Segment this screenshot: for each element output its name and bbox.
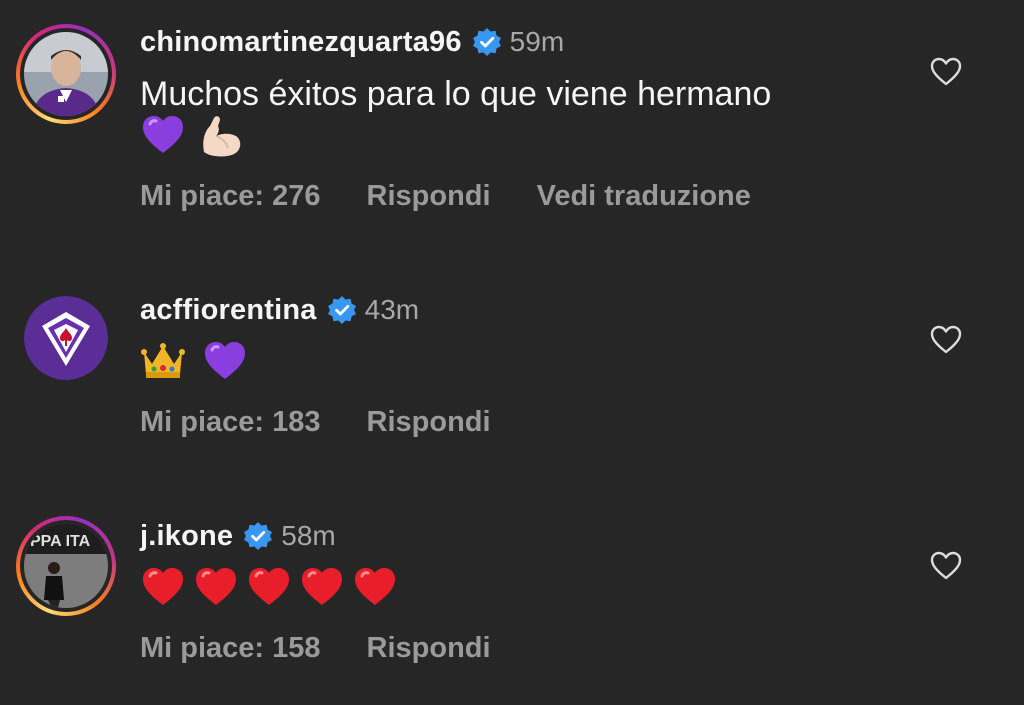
red-heart-icon	[246, 564, 292, 610]
comment-header: chinomartinezquarta96 59m	[140, 22, 564, 62]
reply-button[interactable]: Rispondi	[367, 406, 491, 439]
red-heart-icon	[193, 564, 239, 610]
verified-badge-icon	[243, 521, 273, 551]
red-heart-icon	[352, 564, 398, 610]
like-heart-icon[interactable]	[926, 546, 966, 586]
red-heart-icon	[299, 564, 345, 610]
reply-button[interactable]: Rispondi	[367, 180, 491, 213]
see-translation-button[interactable]: Vedi traduzione	[537, 180, 751, 213]
avatar[interactable]	[16, 24, 116, 124]
comment-item: acffiorentina 43m Mi piace: 183 Rispondi	[0, 270, 1024, 460]
likes-count[interactable]: Mi piace: 158	[140, 632, 321, 665]
reply-button[interactable]: Rispondi	[367, 632, 491, 665]
avatar-image	[24, 296, 108, 380]
likes-count[interactable]: Mi piace: 276	[140, 180, 321, 213]
comment-item: chinomartinezquarta96 59m Muchos éxitos …	[0, 0, 1024, 240]
comment-text: Muchos éxitos para lo que viene hermano	[140, 75, 772, 113]
story-ring: PPA ITA	[16, 516, 116, 616]
purple-heart-icon	[202, 338, 248, 384]
username[interactable]: j.ikone	[140, 520, 233, 553]
username[interactable]: chinomartinezquarta96	[140, 26, 462, 59]
comment-actions: Mi piace: 183 Rispondi	[140, 402, 537, 442]
like-heart-icon[interactable]	[926, 52, 966, 92]
comment-actions: Mi piace: 158 Rispondi	[140, 628, 537, 668]
red-heart-icon	[140, 564, 186, 610]
comments-screen: chinomartinezquarta96 59m Muchos éxitos …	[0, 0, 1024, 705]
timestamp: 59m	[509, 26, 565, 57]
comment-emojis	[140, 562, 398, 612]
comment-actions: Mi piace: 276 Rispondi Vedi traduzione	[140, 176, 751, 216]
comment-emojis	[140, 110, 244, 160]
timestamp: 43m	[364, 294, 420, 325]
avatar-image: PPA ITA	[24, 524, 108, 608]
story-ring	[16, 24, 116, 124]
like-heart-icon[interactable]	[926, 320, 966, 360]
comment-header: j.ikone 58m	[140, 516, 336, 556]
avatar[interactable]	[16, 288, 116, 388]
purple-heart-icon	[140, 112, 186, 158]
comment-item: PPA ITA j.ikone 58m Mi piace: 158 Rispon…	[0, 496, 1024, 705]
comment-emojis	[140, 336, 248, 386]
svg-text:PPA ITA: PPA ITA	[30, 533, 91, 550]
comment-header: acffiorentina 43m	[140, 290, 419, 330]
verified-badge-icon	[472, 27, 502, 57]
likes-count[interactable]: Mi piace: 183	[140, 406, 321, 439]
avatar-image	[24, 32, 108, 116]
timestamp: 58m	[281, 520, 336, 551]
verified-badge-icon	[327, 295, 357, 325]
username[interactable]: acffiorentina	[140, 294, 317, 327]
flexed-biceps-icon	[198, 112, 244, 158]
avatar[interactable]: PPA ITA	[16, 516, 116, 616]
crown-icon	[140, 338, 186, 384]
